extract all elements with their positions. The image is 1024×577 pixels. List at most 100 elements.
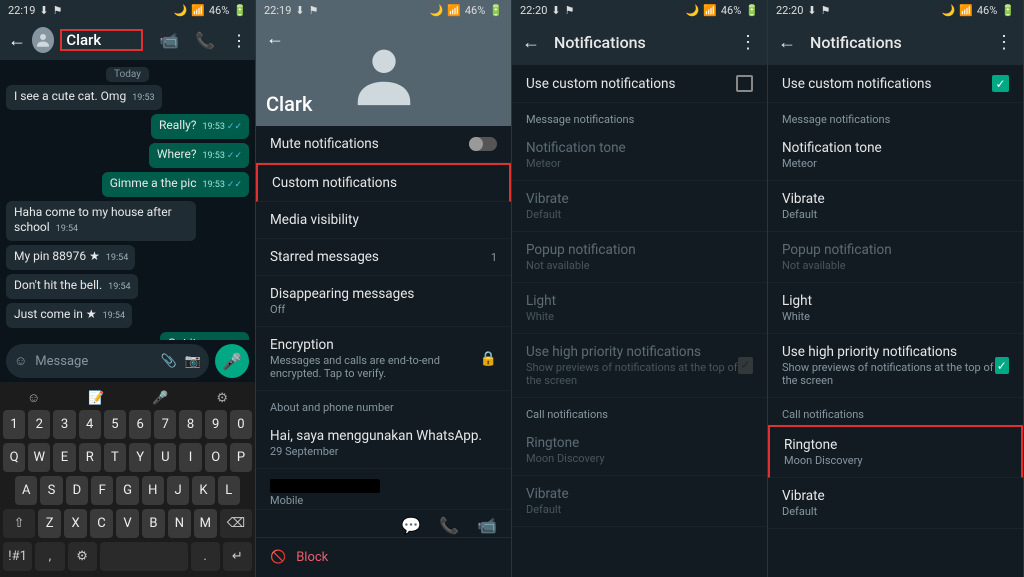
avatar[interactable] bbox=[32, 27, 54, 53]
more-icon[interactable]: ⋮ bbox=[995, 32, 1013, 53]
encryption-row[interactable]: Encryption Messages and calls are end-to… bbox=[256, 327, 511, 391]
message-bubble[interactable]: Don't hit the bell.19:54 bbox=[6, 274, 138, 299]
voice-call-icon[interactable]: 📞 bbox=[195, 31, 215, 50]
mute-notifications-row[interactable]: Mute notifications bbox=[256, 126, 511, 163]
key[interactable]: 4 bbox=[79, 410, 101, 439]
back-icon[interactable]: ← bbox=[522, 32, 540, 53]
key[interactable]: B bbox=[142, 509, 165, 538]
message-bubble[interactable]: Just come in ★19:54 bbox=[6, 303, 132, 328]
message-row[interactable]: Got it19:54✓✓ bbox=[6, 332, 249, 340]
ringtone-row[interactable]: Ringtone Moon Discovery bbox=[768, 425, 1023, 478]
key[interactable]: U bbox=[154, 443, 176, 472]
mic-button[interactable]: 🎤 bbox=[215, 344, 249, 378]
notification-tone-row[interactable]: Notification tone Meteor bbox=[768, 130, 1023, 181]
disappearing-messages-row[interactable]: Disappearing messages Off bbox=[256, 276, 511, 327]
key[interactable]: 3 bbox=[53, 410, 75, 439]
key[interactable]: K bbox=[192, 476, 214, 505]
message-row[interactable]: Gimme a the pic19:53✓✓ bbox=[6, 172, 249, 197]
key[interactable]: G bbox=[116, 476, 138, 505]
key[interactable]: R bbox=[79, 443, 101, 472]
key[interactable]: H bbox=[142, 476, 164, 505]
fn-key[interactable]: . bbox=[191, 542, 220, 571]
fn-key[interactable]: ↵ bbox=[223, 542, 252, 571]
call-vibrate-row[interactable]: Vibrate Default bbox=[768, 478, 1023, 529]
emoji-icon[interactable]: ☺ bbox=[14, 353, 27, 369]
key[interactable]: P bbox=[230, 443, 252, 472]
backspace-key[interactable]: ⌫ bbox=[220, 509, 252, 538]
call-icon[interactable]: 📞 bbox=[439, 516, 459, 535]
light-row[interactable]: Light White bbox=[768, 283, 1023, 334]
key[interactable]: D bbox=[66, 476, 88, 505]
key[interactable]: 6 bbox=[129, 410, 151, 439]
message-row[interactable]: My pin 88976 ★19:54 bbox=[6, 245, 249, 270]
use-custom-row[interactable]: Use custom notifications bbox=[512, 65, 767, 103]
toggle[interactable] bbox=[469, 137, 497, 151]
use-custom-row[interactable]: Use custom notifications ✓ bbox=[768, 65, 1023, 103]
message-row[interactable]: Just come in ★19:54 bbox=[6, 303, 249, 328]
back-icon[interactable]: ← bbox=[778, 32, 796, 53]
message-input[interactable]: ☺ Message 📎 📷 bbox=[6, 344, 209, 378]
back-icon[interactable]: ← bbox=[266, 28, 284, 49]
key[interactable]: 1 bbox=[3, 410, 25, 439]
starred-messages-row[interactable]: Starred messages 1 bbox=[256, 239, 511, 276]
message-row[interactable]: Don't hit the bell.19:54 bbox=[6, 274, 249, 299]
message-bubble[interactable]: Where?19:53✓✓ bbox=[149, 143, 249, 168]
message-row[interactable]: I see a cute cat. Omg19:53 bbox=[6, 85, 249, 110]
key[interactable]: X bbox=[64, 509, 87, 538]
fn-key[interactable]: , bbox=[35, 542, 64, 571]
message-bubble[interactable]: Got it19:54✓✓ bbox=[160, 332, 249, 340]
key[interactable]: Q bbox=[3, 443, 25, 472]
attach-icon[interactable]: 📎 bbox=[161, 354, 177, 369]
key[interactable]: A bbox=[15, 476, 37, 505]
key[interactable]: W bbox=[28, 443, 50, 472]
message-bubble[interactable]: Really?19:53✓✓ bbox=[151, 114, 249, 139]
video-icon[interactable]: 📹 bbox=[477, 516, 497, 535]
block-row[interactable]: 🚫 Block bbox=[256, 537, 511, 577]
key[interactable]: C bbox=[90, 509, 113, 538]
key[interactable]: 2 bbox=[28, 410, 50, 439]
message-row[interactable]: Where?19:53✓✓ bbox=[6, 143, 249, 168]
key[interactable]: 0 bbox=[230, 410, 252, 439]
key[interactable]: S bbox=[40, 476, 62, 505]
space-key[interactable] bbox=[100, 542, 188, 571]
message-icon[interactable]: 💬 bbox=[401, 516, 421, 535]
chat-messages[interactable]: Today I see a cute cat. Omg19:53Really?1… bbox=[0, 60, 255, 340]
message-bubble[interactable]: Haha come to my house after school19:54 bbox=[6, 201, 196, 241]
fn-key[interactable]: ⚙ bbox=[68, 542, 97, 571]
kb-toolbar-icon[interactable]: 📝 bbox=[88, 391, 104, 406]
key[interactable]: I bbox=[179, 443, 201, 472]
key[interactable]: Z bbox=[38, 509, 61, 538]
checkbox[interactable]: ✓ bbox=[992, 75, 1009, 92]
key[interactable]: 5 bbox=[104, 410, 126, 439]
fn-key[interactable]: !#1 bbox=[3, 542, 32, 571]
shift-key[interactable]: ⇧ bbox=[3, 509, 35, 538]
key[interactable]: F bbox=[91, 476, 113, 505]
key[interactable]: 8 bbox=[179, 410, 201, 439]
contact-name[interactable]: Clark bbox=[60, 29, 143, 51]
about-row[interactable]: Hai, saya menggunakan WhatsApp. 29 Septe… bbox=[256, 418, 511, 469]
message-bubble[interactable]: My pin 88976 ★19:54 bbox=[6, 245, 135, 270]
more-icon[interactable]: ⋮ bbox=[739, 32, 757, 53]
keyboard[interactable]: ☺📝🎤⚙ 1234567890 QWERTYUIOP ASDFGHJKL ⇧ZX… bbox=[0, 382, 255, 577]
phone-row[interactable]: Mobile bbox=[256, 469, 511, 510]
key[interactable]: J bbox=[167, 476, 189, 505]
key[interactable]: M bbox=[194, 509, 217, 538]
checkbox[interactable]: ✓ bbox=[995, 357, 1009, 374]
key[interactable]: 7 bbox=[154, 410, 176, 439]
message-bubble[interactable]: I see a cute cat. Omg19:53 bbox=[6, 85, 162, 110]
checkbox[interactable] bbox=[736, 75, 753, 92]
custom-notifications-row[interactable]: Custom notifications bbox=[256, 163, 511, 202]
key[interactable]: Y bbox=[129, 443, 151, 472]
message-row[interactable]: Really?19:53✓✓ bbox=[6, 114, 249, 139]
video-call-icon[interactable]: 📹 bbox=[159, 31, 179, 50]
camera-icon[interactable]: 📷 bbox=[185, 354, 201, 369]
key[interactable]: V bbox=[116, 509, 139, 538]
key[interactable]: N bbox=[168, 509, 191, 538]
high-priority-row[interactable]: Use high priority notifications Show pre… bbox=[768, 334, 1023, 398]
vibrate-row[interactable]: Vibrate Default bbox=[768, 181, 1023, 232]
key[interactable]: 9 bbox=[205, 410, 227, 439]
key[interactable]: L bbox=[218, 476, 240, 505]
contact-hero[interactable]: 22:19⬇⚑ 🌙📶46%🔋 ← Clark bbox=[256, 0, 511, 126]
kb-toolbar-icon[interactable]: ⚙ bbox=[216, 391, 228, 406]
more-icon[interactable]: ⋮ bbox=[231, 31, 247, 50]
